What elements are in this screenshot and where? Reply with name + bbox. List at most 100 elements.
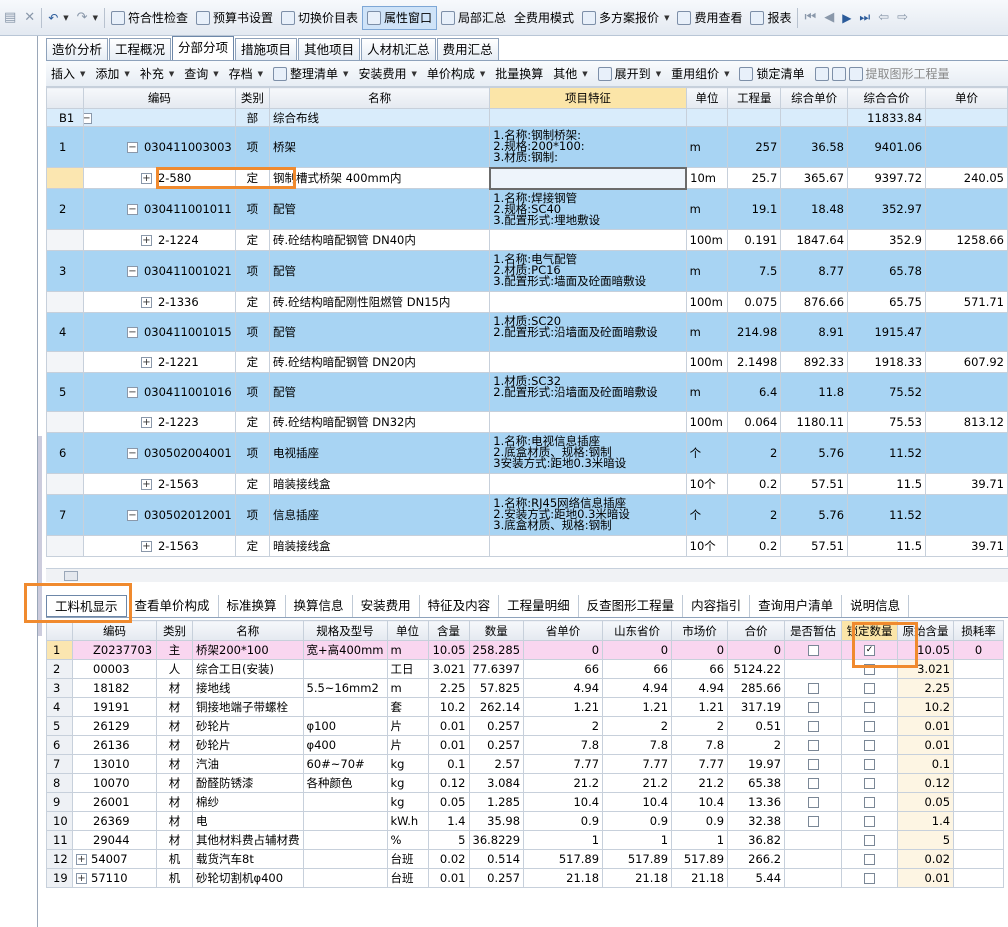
name-cell[interactable]: 砖.砼结构暗配钢管 DN32内 xyxy=(268,411,491,433)
original-content-cell[interactable]: 0.05 xyxy=(897,792,955,812)
quantity-cell[interactable]: 214.98 xyxy=(727,312,782,352)
row-number[interactable]: 6 xyxy=(46,735,73,755)
sd-cell[interactable]: 21.18 xyxy=(602,868,673,888)
price-cell[interactable] xyxy=(925,126,1008,168)
tot-cell[interactable]: 0.51 xyxy=(727,716,786,736)
unit-cell[interactable]: 片 xyxy=(386,735,429,755)
section-toolbar-item[interactable]: 其他 ▼ xyxy=(548,62,592,86)
lock-quantity-checkbox[interactable] xyxy=(864,664,876,675)
name-cell[interactable]: 汽油 xyxy=(192,754,304,774)
lock-quantity-cell[interactable] xyxy=(841,868,899,888)
quantity-cell[interactable]: 2 xyxy=(727,494,782,536)
cont-cell[interactable]: 1.4 xyxy=(427,811,470,831)
code-cell[interactable]: +57110 xyxy=(72,868,157,888)
code-cell[interactable]: +2-1336 xyxy=(82,291,236,313)
code-cell[interactable]: −030411001016 xyxy=(82,372,236,412)
detail-tab-9[interactable]: 查询用户清单 xyxy=(750,594,843,617)
table-row[interactable]: 11 29044 材其他材料费占辅材费% 5 36.8229 1 1 1 36.82 5 xyxy=(46,830,1005,850)
sp-cell[interactable]: 7.77 xyxy=(523,754,604,774)
unit-cell[interactable]: 台班 xyxy=(386,868,429,888)
section-toolbar-item[interactable]: 整理清单 ▼ xyxy=(268,62,353,86)
table-row[interactable]: +2-1221 定砖.砼结构暗配钢管 DN20内 100m 2.1498 892.33 1… xyxy=(46,351,1008,373)
lock-quantity-checkbox[interactable]: ✓ xyxy=(864,645,876,656)
original-content-cell[interactable]: 5 xyxy=(897,830,955,850)
total-cell[interactable]: 352.9 xyxy=(847,229,927,251)
provisional-checkbox[interactable] xyxy=(807,702,819,713)
loss-rate-cell[interactable] xyxy=(953,773,1005,793)
category-cell[interactable]: 机 xyxy=(156,849,193,869)
feature-cell[interactable] xyxy=(488,166,688,190)
lock-quantity-cell[interactable] xyxy=(841,830,899,850)
provisional-checkbox[interactable] xyxy=(807,778,819,789)
table-row[interactable]: 4−030411001015 项配管 1.材质:SC20 2.配置形式:沿墙面及砼面… xyxy=(46,312,1008,352)
loss-rate-cell[interactable] xyxy=(953,659,1005,679)
table-row[interactable]: 10 26369 材电 kW.h 1.4 35.98 0.9 0.9 0.9 32.38 1.4 xyxy=(46,811,1005,831)
row-number[interactable] xyxy=(46,291,84,313)
unit-price-cell[interactable]: 57.51 xyxy=(780,535,849,557)
name-cell[interactable]: 砂轮切割机φ400 xyxy=(192,868,304,888)
cont-cell[interactable]: 0.01 xyxy=(427,716,470,736)
lock-quantity-checkbox[interactable] xyxy=(864,873,876,884)
name-cell[interactable]: 钢制槽式桥架 400mm内 xyxy=(268,167,491,189)
spec-cell[interactable]: 宽+高400mm xyxy=(302,640,388,660)
section-toolbar-item[interactable]: 存档 ▼ xyxy=(224,62,268,86)
cont-cell[interactable]: 0.1 xyxy=(427,754,470,774)
section-toolbar-item[interactable]: 重用组价 ▼ xyxy=(666,62,734,86)
table-row[interactable]: +2-1563 定暗装接线盒 10个 0.2 57.51 11.5 39.71 xyxy=(46,535,1008,557)
original-content-cell[interactable]: 0.02 xyxy=(897,849,955,869)
toolbar-item[interactable]: 报表 xyxy=(746,6,795,30)
section-toolbar-item[interactable]: 补充 ▼ xyxy=(135,62,179,86)
price-cell[interactable] xyxy=(925,372,1008,412)
provisional-checkbox[interactable] xyxy=(807,797,819,808)
spec-cell[interactable]: φ400 xyxy=(302,735,388,755)
cont-cell[interactable]: 10.2 xyxy=(427,697,470,717)
tot-cell[interactable]: 5.44 xyxy=(727,868,786,888)
unit-cell[interactable]: 100m xyxy=(685,411,729,433)
section-toolbar-item[interactable]: 安装费用 ▼ xyxy=(353,62,421,86)
tree-toggle-icon[interactable]: − xyxy=(126,448,138,459)
tot-cell[interactable]: 285.66 xyxy=(727,678,786,698)
section-toolbar-item[interactable]: 提取图形工程量 xyxy=(810,62,955,86)
row-number[interactable]: 5 xyxy=(46,716,73,736)
category-cell[interactable]: 材 xyxy=(156,697,193,717)
unit-price-cell[interactable]: 1180.11 xyxy=(780,411,849,433)
unit-cell[interactable]: m xyxy=(685,188,729,230)
row-number[interactable]: 1 xyxy=(46,126,84,168)
category-cell[interactable]: 材 xyxy=(156,754,193,774)
sp-cell[interactable]: 10.4 xyxy=(523,792,604,812)
provisional-cell[interactable] xyxy=(784,849,843,869)
loss-rate-cell[interactable] xyxy=(953,678,1005,698)
row-number[interactable]: 3 xyxy=(46,250,84,292)
spec-cell[interactable] xyxy=(302,697,388,717)
price-cell[interactable] xyxy=(925,312,1008,352)
name-cell[interactable]: 载货汽车8t xyxy=(192,849,304,869)
tree-toggle-icon[interactable]: − xyxy=(126,142,138,153)
unit-cell[interactable]: m xyxy=(685,312,729,352)
quantity-cell[interactable]: 2 xyxy=(727,432,782,474)
lock-quantity-cell[interactable] xyxy=(841,716,899,736)
mk-cell[interactable]: 21.18 xyxy=(671,868,729,888)
price-cell[interactable]: 39.71 xyxy=(925,535,1008,557)
table-row[interactable]: 1−030411003003 项桥架 1.名称:钢制桥架: 2.规格:200*100… xyxy=(46,126,1008,168)
spec-cell[interactable]: 5.5~16mm2 xyxy=(302,678,388,698)
unit-cell[interactable]: 10个 xyxy=(685,473,729,495)
lock-quantity-checkbox[interactable] xyxy=(864,778,876,789)
quantity-cell[interactable]: 0.2 xyxy=(727,535,782,557)
redo-icon[interactable]: ↷ ▼ xyxy=(73,6,102,30)
section-toolbar-item[interactable]: 查询 ▼ xyxy=(179,62,223,86)
spec-cell[interactable] xyxy=(302,792,388,812)
feature-cell[interactable]: 1.名称:RJ45网络信息插座 2.安装方式:距地0.3米暗设 3.底盒材质、规… xyxy=(489,494,687,536)
expand-icon[interactable]: + xyxy=(76,854,87,865)
original-content-cell[interactable]: 0.01 xyxy=(897,735,955,755)
unit-cell[interactable]: 个 xyxy=(685,494,729,536)
spec-cell[interactable]: φ100 xyxy=(302,716,388,736)
quantity-cell[interactable] xyxy=(727,108,782,127)
code-cell[interactable]: 10070 xyxy=(72,773,157,793)
provisional-cell[interactable] xyxy=(784,754,843,774)
tree-toggle-icon[interactable]: − xyxy=(126,327,138,338)
code-cell[interactable]: −030502012001 xyxy=(82,494,236,536)
tree-toggle-icon[interactable]: + xyxy=(140,479,152,490)
row-number[interactable]: 5 xyxy=(46,372,84,412)
unit-price-cell[interactable]: 8.77 xyxy=(780,250,849,292)
lock-quantity-cell[interactable] xyxy=(841,659,899,679)
